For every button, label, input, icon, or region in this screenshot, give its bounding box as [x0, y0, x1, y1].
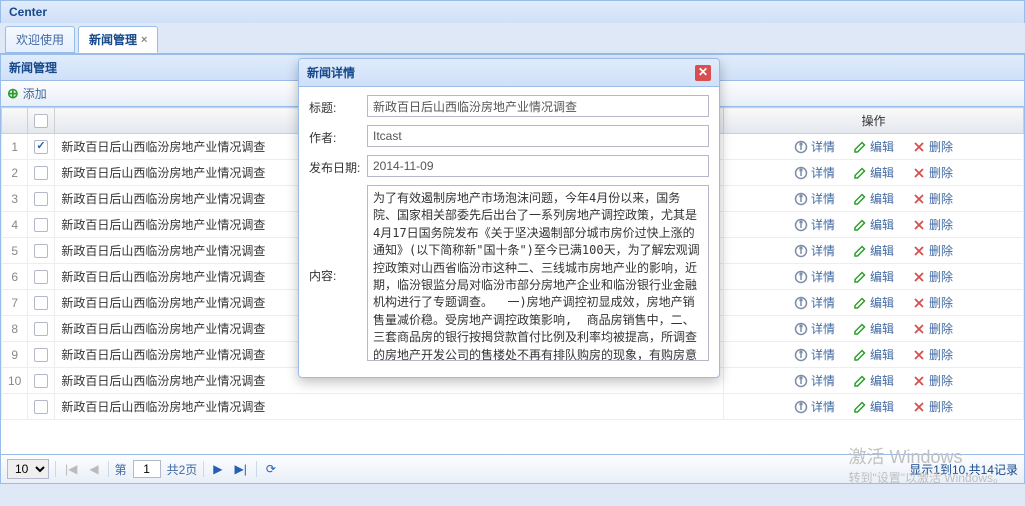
tab-label: 新闻管理 — [89, 31, 137, 48]
detail-button[interactable]: 详情 — [794, 268, 835, 285]
row-number: 5 — [2, 238, 28, 264]
detail-button[interactable]: 详情 — [794, 398, 835, 415]
row-checkbox[interactable] — [34, 270, 48, 284]
edit-button[interactable]: 编辑 — [853, 398, 894, 415]
delete-button[interactable]: 删除 — [912, 346, 953, 363]
row-number: 8 — [2, 316, 28, 342]
detail-button[interactable]: 详情 — [794, 216, 835, 233]
row-number: 7 — [2, 290, 28, 316]
edit-button[interactable]: 编辑 — [853, 320, 894, 337]
detail-button[interactable]: 详情 — [794, 372, 835, 389]
delete-button[interactable]: 删除 — [912, 268, 953, 285]
close-icon[interactable]: ✕ — [695, 65, 711, 81]
delete-button[interactable]: 删除 — [912, 294, 953, 311]
edit-button[interactable]: 编辑 — [853, 346, 894, 363]
row-number: 6 — [2, 264, 28, 290]
edit-button[interactable]: 编辑 — [853, 268, 894, 285]
dialog-header[interactable]: 新闻详情 ✕ — [299, 59, 719, 87]
news-detail-dialog: 新闻详情 ✕ 标题: 作者: 发布日期: 内容: — [298, 58, 720, 378]
row-checkbox[interactable] — [34, 166, 48, 180]
pager: 10 |◀ ◀ 第 共2页 ▶ ▶| ⟳ 显示1到10,共14记录 — [1, 454, 1024, 483]
row-number: 9 — [2, 342, 28, 368]
row-number: 2 — [2, 160, 28, 186]
next-page-button[interactable]: ▶ — [210, 462, 225, 476]
row-checkbox[interactable] — [34, 348, 48, 362]
delete-button[interactable]: 删除 — [912, 164, 953, 181]
row-checkbox[interactable] — [34, 322, 48, 336]
page-size-select[interactable]: 10 — [7, 459, 49, 479]
first-page-button[interactable]: |◀ — [62, 462, 80, 476]
edit-button[interactable]: 编辑 — [853, 138, 894, 155]
title-field[interactable] — [367, 95, 709, 117]
tab-welcome[interactable]: 欢迎使用 — [5, 26, 75, 53]
author-field[interactable] — [367, 125, 709, 147]
date-field[interactable] — [367, 155, 709, 177]
row-checkbox[interactable] — [34, 140, 48, 154]
detail-button[interactable]: 详情 — [794, 138, 835, 155]
col-checkbox[interactable] — [28, 108, 55, 134]
label-author: 作者: — [309, 125, 361, 146]
row-number — [2, 394, 28, 420]
label-content: 内容: — [309, 263, 361, 284]
col-rownum — [2, 108, 28, 134]
row-number: 1 — [2, 134, 28, 160]
delete-button[interactable]: 删除 — [912, 398, 953, 415]
delete-button[interactable]: 删除 — [912, 242, 953, 259]
detail-button[interactable]: 详情 — [794, 190, 835, 207]
detail-button[interactable]: 详情 — [794, 294, 835, 311]
add-icon: ⊕ — [7, 85, 19, 102]
close-icon[interactable]: × — [141, 34, 147, 46]
edit-button[interactable]: 编辑 — [853, 372, 894, 389]
detail-button[interactable]: 详情 — [794, 242, 835, 259]
dialog-title: 新闻详情 — [307, 64, 355, 81]
checkbox-icon[interactable] — [34, 114, 48, 128]
last-page-button[interactable]: ▶| — [232, 462, 250, 476]
add-button[interactable]: 添加 — [23, 85, 47, 102]
page-input[interactable] — [133, 460, 161, 478]
row-number: 3 — [2, 186, 28, 212]
prev-page-button[interactable]: ◀ — [86, 462, 101, 476]
row-checkbox[interactable] — [34, 374, 48, 388]
row-title: 新政百日后山西临汾房地产业情况调查 — [55, 394, 724, 420]
row-checkbox[interactable] — [34, 400, 48, 414]
page-total-label: 共2页 — [167, 461, 198, 478]
row-checkbox[interactable] — [34, 296, 48, 310]
refresh-button[interactable]: ⟳ — [263, 462, 279, 476]
delete-button[interactable]: 删除 — [912, 216, 953, 233]
edit-button[interactable]: 编辑 — [853, 164, 894, 181]
detail-button[interactable]: 详情 — [794, 164, 835, 181]
content-field[interactable] — [367, 185, 709, 361]
pager-summary: 显示1到10,共14记录 — [909, 461, 1018, 478]
tab-news-manage[interactable]: 新闻管理 × — [78, 26, 158, 53]
delete-button[interactable]: 删除 — [912, 320, 953, 337]
tab-bar: 欢迎使用 新闻管理 × — [0, 23, 1025, 54]
edit-button[interactable]: 编辑 — [853, 294, 894, 311]
row-checkbox[interactable] — [34, 244, 48, 258]
table-row[interactable]: 新政百日后山西临汾房地产业情况调查 详情 编辑 删除 — [2, 394, 1024, 420]
edit-button[interactable]: 编辑 — [853, 242, 894, 259]
label-date: 发布日期: — [309, 155, 361, 176]
row-number: 10 — [2, 368, 28, 394]
delete-button[interactable]: 删除 — [912, 190, 953, 207]
page-label-prefix: 第 — [115, 461, 127, 478]
tab-label: 欢迎使用 — [16, 31, 64, 48]
delete-button[interactable]: 删除 — [912, 138, 953, 155]
delete-button[interactable]: 删除 — [912, 372, 953, 389]
detail-button[interactable]: 详情 — [794, 346, 835, 363]
row-checkbox[interactable] — [34, 192, 48, 206]
edit-button[interactable]: 编辑 — [853, 216, 894, 233]
center-header: Center — [0, 0, 1025, 23]
row-number: 4 — [2, 212, 28, 238]
label-title: 标题: — [309, 95, 361, 116]
edit-button[interactable]: 编辑 — [853, 190, 894, 207]
col-actions: 操作 — [724, 108, 1024, 134]
row-checkbox[interactable] — [34, 218, 48, 232]
detail-button[interactable]: 详情 — [794, 320, 835, 337]
